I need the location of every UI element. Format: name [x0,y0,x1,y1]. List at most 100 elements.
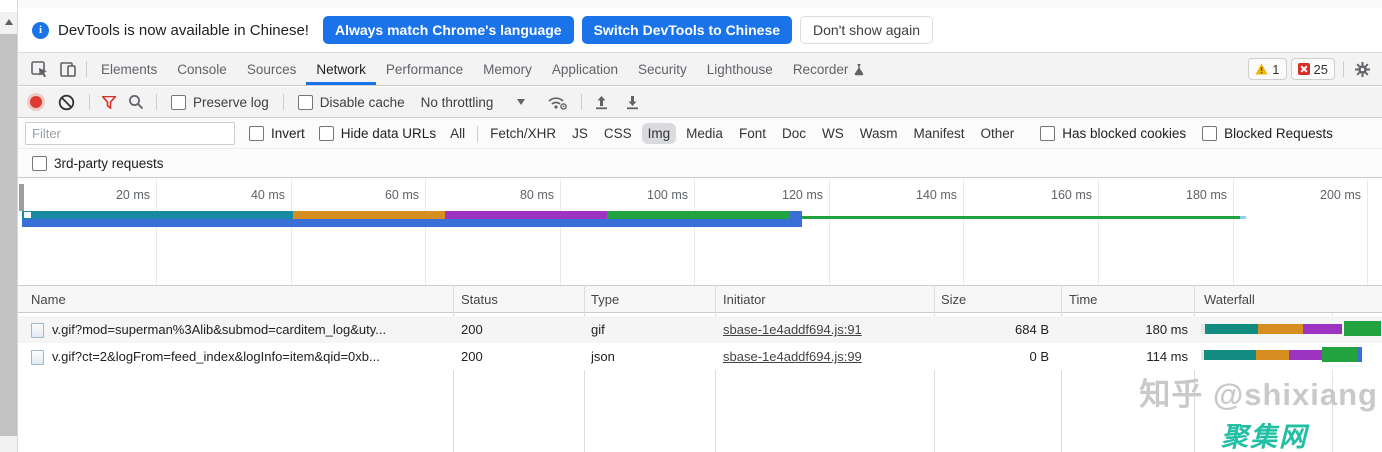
tick-label: 20 ms [70,188,150,204]
errors-badge[interactable]: 25 [1291,58,1335,80]
has-blocked-cookies-checkbox[interactable]: Has blocked cookies [1040,126,1186,141]
switch-devtools-chinese-button[interactable]: Switch DevTools to Chinese [582,16,792,44]
col-time[interactable]: Time [1069,292,1097,307]
scrollbar-thumb[interactable] [0,34,17,436]
zhihu-watermark: 知乎 @shixiang [1038,369,1378,414]
request-name[interactable]: v.gif?ct=2&logFrom=feed_index&logInfo=it… [52,349,447,364]
settings-button[interactable] [1354,53,1371,85]
filter-funnel-button[interactable] [102,96,116,109]
always-match-language-button[interactable]: Always match Chrome's language [323,16,574,44]
filter-pill-doc[interactable]: Doc [776,123,812,144]
preserve-log-label: Preserve log [193,95,269,110]
tick-label: 140 ms [877,188,957,204]
filter-pill-css[interactable]: CSS [598,123,638,144]
devtools-tabbar: Elements Console Sources Network Perform… [18,53,1382,86]
warning-triangle-icon [1255,63,1268,75]
filter-input[interactable] [25,122,235,145]
gridline [829,179,830,285]
filter-pill-js[interactable]: JS [566,123,594,144]
tick-label: 80 ms [474,188,554,204]
filter-pill-other[interactable]: Other [975,123,1021,144]
devtools-panel: i DevTools is now available in Chinese! … [17,0,1382,452]
filter-pill-manifest[interactable]: Manifest [907,123,970,144]
caret-down-icon[interactable] [517,99,525,105]
col-name[interactable]: Name [31,292,66,307]
overview-download-band [22,219,802,227]
network-conditions-button[interactable] [547,94,569,111]
disable-cache-checkbox[interactable]: Disable cache [298,95,405,110]
clear-button[interactable] [58,94,75,111]
tab-application[interactable]: Application [542,53,628,85]
tab-elements[interactable]: Elements [91,53,167,85]
waterfall-connect [1256,350,1289,360]
flask-icon [853,63,865,76]
request-type: json [591,349,615,364]
request-initiator-link[interactable]: sbase-1e4addf694.js:99 [723,349,862,364]
request-initiator-link[interactable]: sbase-1e4addf694.js:91 [723,322,862,337]
import-har-button[interactable] [594,94,609,110]
checkbox-box [298,95,313,110]
overview-dns-segment [22,211,293,219]
inspect-element-button[interactable] [26,53,54,85]
gridline [291,179,292,285]
filter-pill-font[interactable]: Font [733,123,772,144]
tab-lighthouse[interactable]: Lighthouse [697,53,783,85]
table-row[interactable]: v.gif?ct=2&logFrom=feed_index&logInfo=it… [18,343,1382,370]
waterfall-download [1358,347,1362,362]
invert-checkbox[interactable]: Invert [249,126,305,141]
blocked-requests-checkbox[interactable]: Blocked Requests [1202,126,1333,141]
tab-console[interactable]: Console [167,53,237,85]
tick-label: 180 ms [1147,188,1227,204]
scrollbar-top-gap [0,0,17,12]
waterfall-dns [1205,324,1258,334]
table-row[interactable]: v.gif?mod=superman%3Alib&submod=carditem… [18,316,1382,343]
col-initiator[interactable]: Initiator [723,292,766,307]
top-strip [18,0,1382,8]
overview-bars [22,211,1382,227]
request-name[interactable]: v.gif?mod=superman%3Alib&submod=carditem… [52,322,447,337]
overview-left-handle[interactable] [19,184,24,211]
gridline [156,179,157,285]
dont-show-again-button[interactable]: Don't show again [800,16,933,44]
request-size: 684 B [934,322,1049,337]
tabbar-spacer [875,53,1248,85]
blocked-requests-label: Blocked Requests [1224,126,1333,141]
export-har-button[interactable] [625,94,640,110]
filter-pill-img[interactable]: Img [642,123,677,144]
tab-network[interactable]: Network [306,53,376,85]
preserve-log-checkbox[interactable]: Preserve log [171,95,269,110]
hide-data-urls-label: Hide data URLs [341,126,436,141]
tab-recorder[interactable]: Recorder [783,53,876,85]
gear-icon [1354,61,1371,78]
warnings-badge[interactable]: 1 [1248,58,1286,80]
tab-memory[interactable]: Memory [473,53,542,85]
record-button[interactable] [30,96,42,108]
filter-pill-fetch-xhr[interactable]: Fetch/XHR [484,123,562,144]
search-button[interactable] [128,94,144,110]
warning-count: 1 [1272,62,1279,77]
tab-security[interactable]: Security [628,53,697,85]
throttling-select[interactable]: No throttling [421,95,494,110]
file-icon [31,323,44,338]
overview-download-cap [790,211,802,219]
col-waterfall[interactable]: Waterfall [1204,292,1255,307]
waterfall-waiting [1322,347,1358,362]
filter-pill-ws[interactable]: WS [816,123,850,144]
filter-pill-all[interactable]: All [444,123,471,144]
scrollbar-up-button[interactable] [0,12,17,32]
device-toolbar-button[interactable] [54,53,82,85]
tab-sources[interactable]: Sources [237,53,307,85]
col-type[interactable]: Type [591,292,619,307]
third-party-checkbox[interactable]: 3rd-party requests [32,156,164,171]
filter-pill-media[interactable]: Media [680,123,729,144]
overview-waiting-segment [607,211,790,219]
col-size[interactable]: Size [941,292,966,307]
infobar-message: DevTools is now available in Chinese! [58,22,309,39]
waterfall-ssl [1289,350,1322,360]
filter-pill-wasm[interactable]: Wasm [854,123,904,144]
hide-data-urls-checkbox[interactable]: Hide data URLs [319,126,436,141]
third-party-label: 3rd-party requests [54,156,164,171]
tab-performance[interactable]: Performance [376,53,473,85]
gridline [694,179,695,285]
col-status[interactable]: Status [461,292,498,307]
